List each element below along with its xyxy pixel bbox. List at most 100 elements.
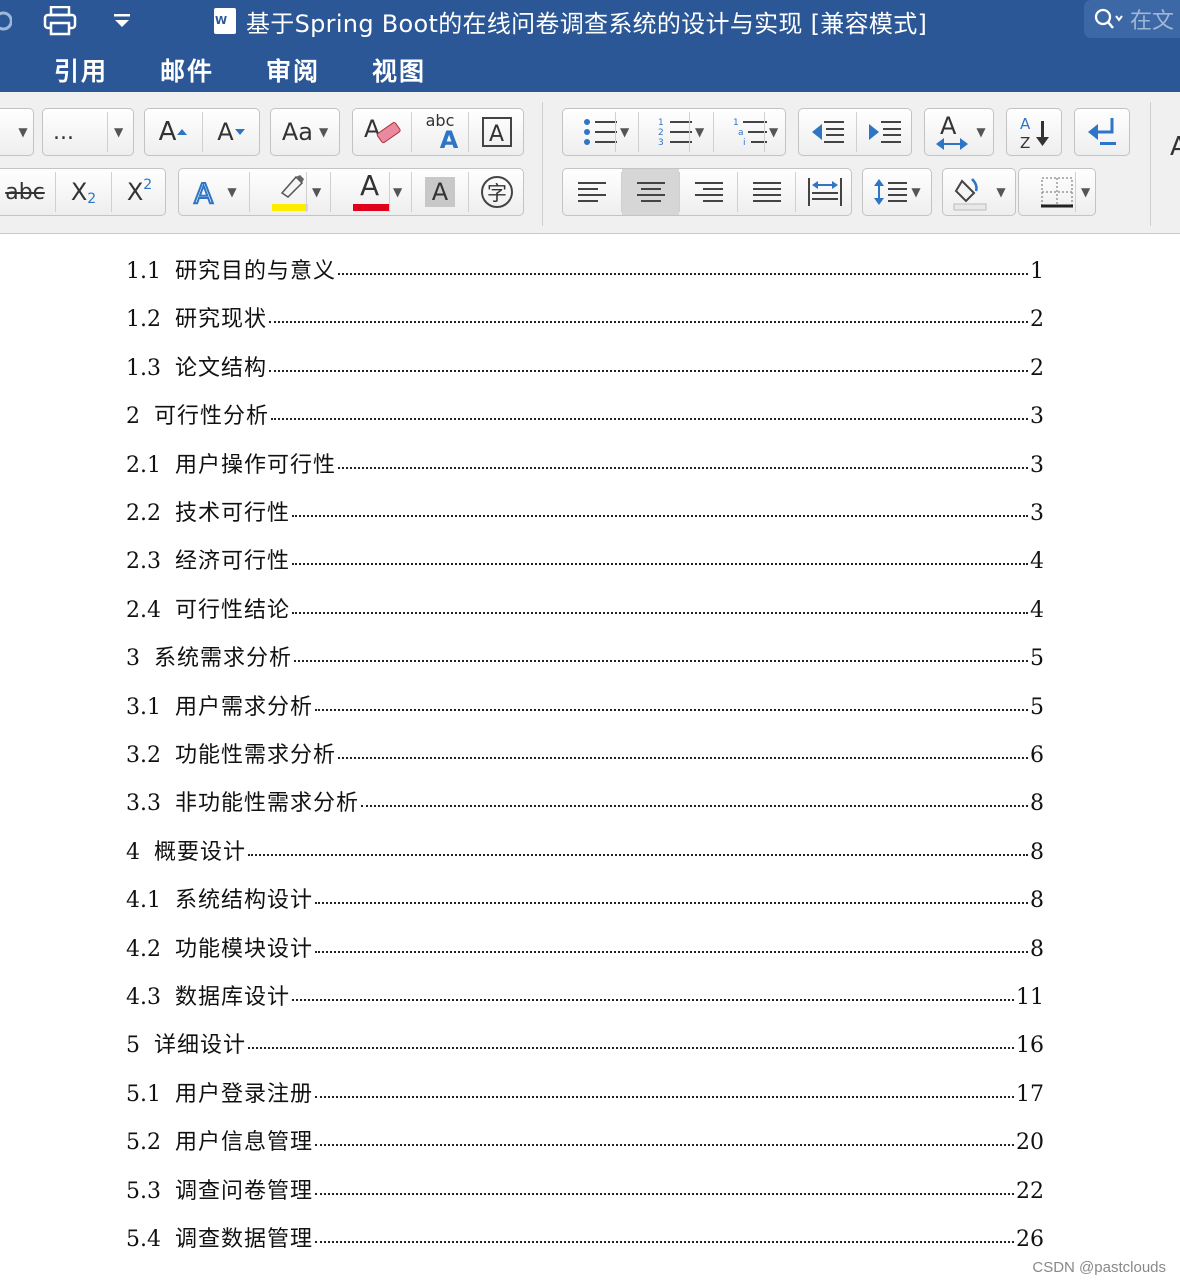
toc-entry[interactable]: 3.2 功能性需求分析 6 bbox=[126, 737, 1044, 768]
toc-entry[interactable]: 4.1 系统结构设计 8 bbox=[126, 882, 1044, 914]
toc-entry-page: 26 bbox=[1016, 1227, 1044, 1252]
align-center-button[interactable] bbox=[622, 169, 679, 215]
toc-entry[interactable]: 2 可行性分析 3 bbox=[126, 398, 1044, 430]
toc-entry-number: 1.3 bbox=[126, 355, 161, 381]
tab-view[interactable]: 视图 bbox=[372, 52, 426, 88]
toc-entry-title: 调查数据管理 bbox=[175, 1227, 314, 1252]
redo-icon[interactable] bbox=[0, 6, 14, 36]
borders-button[interactable]: ▼ bbox=[1018, 168, 1096, 216]
spellcheck-button[interactable]: abc A bbox=[412, 109, 468, 155]
toc-entry[interactable]: 4 概要设计 8 bbox=[126, 834, 1044, 865]
shrink-font-button[interactable]: A bbox=[203, 109, 260, 155]
toc-dot-leader bbox=[315, 1241, 1014, 1243]
toc-entry[interactable]: 4.2 功能模块设计 8 bbox=[126, 931, 1044, 962]
strikethrough-label: abc bbox=[5, 179, 45, 205]
font-size-dropdown[interactable]: ... ▼ bbox=[42, 108, 134, 156]
increase-indent-button[interactable] bbox=[857, 109, 913, 155]
toc-entry[interactable]: 5 详细设计 16 bbox=[126, 1027, 1044, 1058]
toc-entry-title: 可行性分析 bbox=[154, 404, 270, 430]
bullets-button[interactable]: ▼ bbox=[563, 109, 638, 155]
toc-entry[interactable]: 2.4 可行性结论 4 bbox=[126, 592, 1044, 623]
toc-entry[interactable]: 1.3 论文结构 2 bbox=[126, 350, 1044, 381]
toc-dot-leader bbox=[338, 273, 1028, 275]
highlighter-icon bbox=[280, 175, 304, 198]
clear-formatting-button[interactable]: A bbox=[353, 109, 411, 155]
toc-entry[interactable]: 1.1 研究目的与意义 1 bbox=[126, 253, 1044, 284]
change-case-button[interactable]: Aa ▼ bbox=[270, 108, 340, 156]
justify-button[interactable] bbox=[738, 169, 795, 215]
chevron-down-icon: ▼ bbox=[769, 125, 779, 139]
align-left-button[interactable] bbox=[563, 169, 621, 215]
align-right-button[interactable] bbox=[680, 169, 737, 215]
tab-review[interactable]: 审阅 bbox=[266, 52, 320, 88]
print-icon[interactable] bbox=[42, 6, 78, 36]
superscript-digit: 2 bbox=[143, 177, 153, 193]
toc-entry[interactable]: 5.4 调查数据管理 26 bbox=[126, 1221, 1044, 1252]
toc-entry[interactable]: 1.2 研究现状 2 bbox=[126, 301, 1044, 333]
show-formatting-button[interactable] bbox=[1074, 108, 1130, 156]
toc-entry[interactable]: 2.2 技术可行性 3 bbox=[126, 495, 1044, 526]
shading-button[interactable]: ▼ bbox=[942, 168, 1016, 216]
toc-entry-page: 11 bbox=[1016, 985, 1044, 1010]
strikethrough-button[interactable]: abc bbox=[0, 169, 55, 215]
toc-entry[interactable]: 5.1 用户登录注册 17 bbox=[126, 1076, 1044, 1107]
character-border-icon: A bbox=[482, 117, 512, 147]
multilevel-list-button[interactable]: 1 a i ▼ bbox=[714, 109, 787, 155]
line-spacing-button[interactable]: ▼ bbox=[862, 168, 932, 216]
subscript-button[interactable]: X2 bbox=[56, 169, 111, 215]
title-bar: 基于Spring Boot的在线问卷调查系统的设计与实现 [兼容模式] 在文 bbox=[0, 0, 1180, 44]
toc-entry-number: 3 bbox=[126, 646, 140, 672]
document-page[interactable]: 1.1 研究目的与意义 1 1.2 研究现状 2 1.3 论文结构 2 2 可行性分析 3 2.1 用户操… bbox=[0, 235, 1180, 1284]
search-input[interactable]: 在文 bbox=[1130, 3, 1174, 35]
toc-entry[interactable]: 2.1 用户操作可行性 3 bbox=[126, 447, 1044, 478]
toc-entry[interactable]: 2.3 经济可行性 4 bbox=[126, 543, 1044, 574]
customize-toolbar-icon[interactable] bbox=[110, 6, 134, 36]
toc-entry[interactable]: 3.3 非功能性需求分析 8 bbox=[126, 785, 1044, 816]
sort-az-icon: A Z bbox=[1020, 115, 1049, 151]
toc-dot-leader bbox=[315, 902, 1028, 905]
toc-entry[interactable]: 5.2 用户信息管理 20 bbox=[126, 1124, 1044, 1155]
tab-references[interactable]: 引用 bbox=[54, 52, 108, 88]
numbering-button[interactable]: 1 2 3 ▼ bbox=[639, 109, 713, 155]
asian-layout-button[interactable]: A ▼ bbox=[924, 108, 994, 156]
align-left-icon bbox=[578, 182, 606, 202]
decrease-indent-button[interactable] bbox=[799, 109, 856, 155]
paint-bucket-icon bbox=[953, 178, 987, 211]
toc-entry[interactable]: 3 系统需求分析 5 bbox=[126, 640, 1044, 672]
text-effects-button[interactable]: A ▼ bbox=[179, 169, 249, 215]
toc-entry[interactable]: 4.3 数据库设计 11 bbox=[126, 979, 1044, 1010]
toc-dot-leader bbox=[315, 1192, 1014, 1195]
chevron-down-icon: ▼ bbox=[1081, 185, 1091, 199]
styles-gallery-icon[interactable]: A bbox=[1170, 132, 1180, 162]
svg-text:1: 1 bbox=[658, 118, 664, 128]
grow-font-button[interactable]: A bbox=[145, 109, 202, 155]
toc-dot-leader bbox=[338, 466, 1028, 469]
font-color-button[interactable]: A ▼ bbox=[331, 169, 411, 215]
svg-text:1: 1 bbox=[733, 118, 739, 128]
toc-entry-number: 1.2 bbox=[126, 307, 161, 333]
toc-dot-leader bbox=[361, 805, 1028, 808]
enclose-characters-button[interactable]: 字 bbox=[469, 169, 525, 215]
svg-text:2: 2 bbox=[658, 128, 664, 138]
character-shading-button[interactable]: A bbox=[412, 169, 468, 215]
toc-entry-page: 8 bbox=[1030, 936, 1044, 962]
indent-group bbox=[798, 108, 912, 156]
distributed-button[interactable] bbox=[796, 169, 853, 215]
text-box-button[interactable]: A bbox=[469, 109, 525, 155]
font-name-dropdown[interactable]: ▼ bbox=[0, 108, 34, 156]
toc-entry[interactable]: 5.3 调查问卷管理 22 bbox=[126, 1173, 1044, 1204]
highlight-color-button[interactable]: ▼ bbox=[250, 169, 330, 215]
toc-entry-page: 8 bbox=[1030, 888, 1044, 914]
sort-button[interactable]: A Z bbox=[1006, 108, 1062, 156]
search-box[interactable]: 在文 bbox=[1084, 0, 1180, 38]
toc-dot-leader bbox=[248, 1047, 1014, 1050]
superscript-button[interactable]: X2 bbox=[112, 169, 167, 215]
toc-entry-title: 用户登录注册 bbox=[175, 1081, 314, 1107]
toc-entry-number: 2.2 bbox=[126, 501, 161, 526]
tab-mailings[interactable]: 邮件 bbox=[160, 52, 214, 88]
toc-dot-leader bbox=[248, 853, 1028, 856]
toc-entry[interactable]: 3.1 用户需求分析 5 bbox=[126, 689, 1044, 720]
toc-entry-number: 3.1 bbox=[126, 694, 161, 720]
enclosed-character-icon: 字 bbox=[481, 176, 513, 208]
chevron-down-icon: ▼ bbox=[227, 185, 237, 199]
